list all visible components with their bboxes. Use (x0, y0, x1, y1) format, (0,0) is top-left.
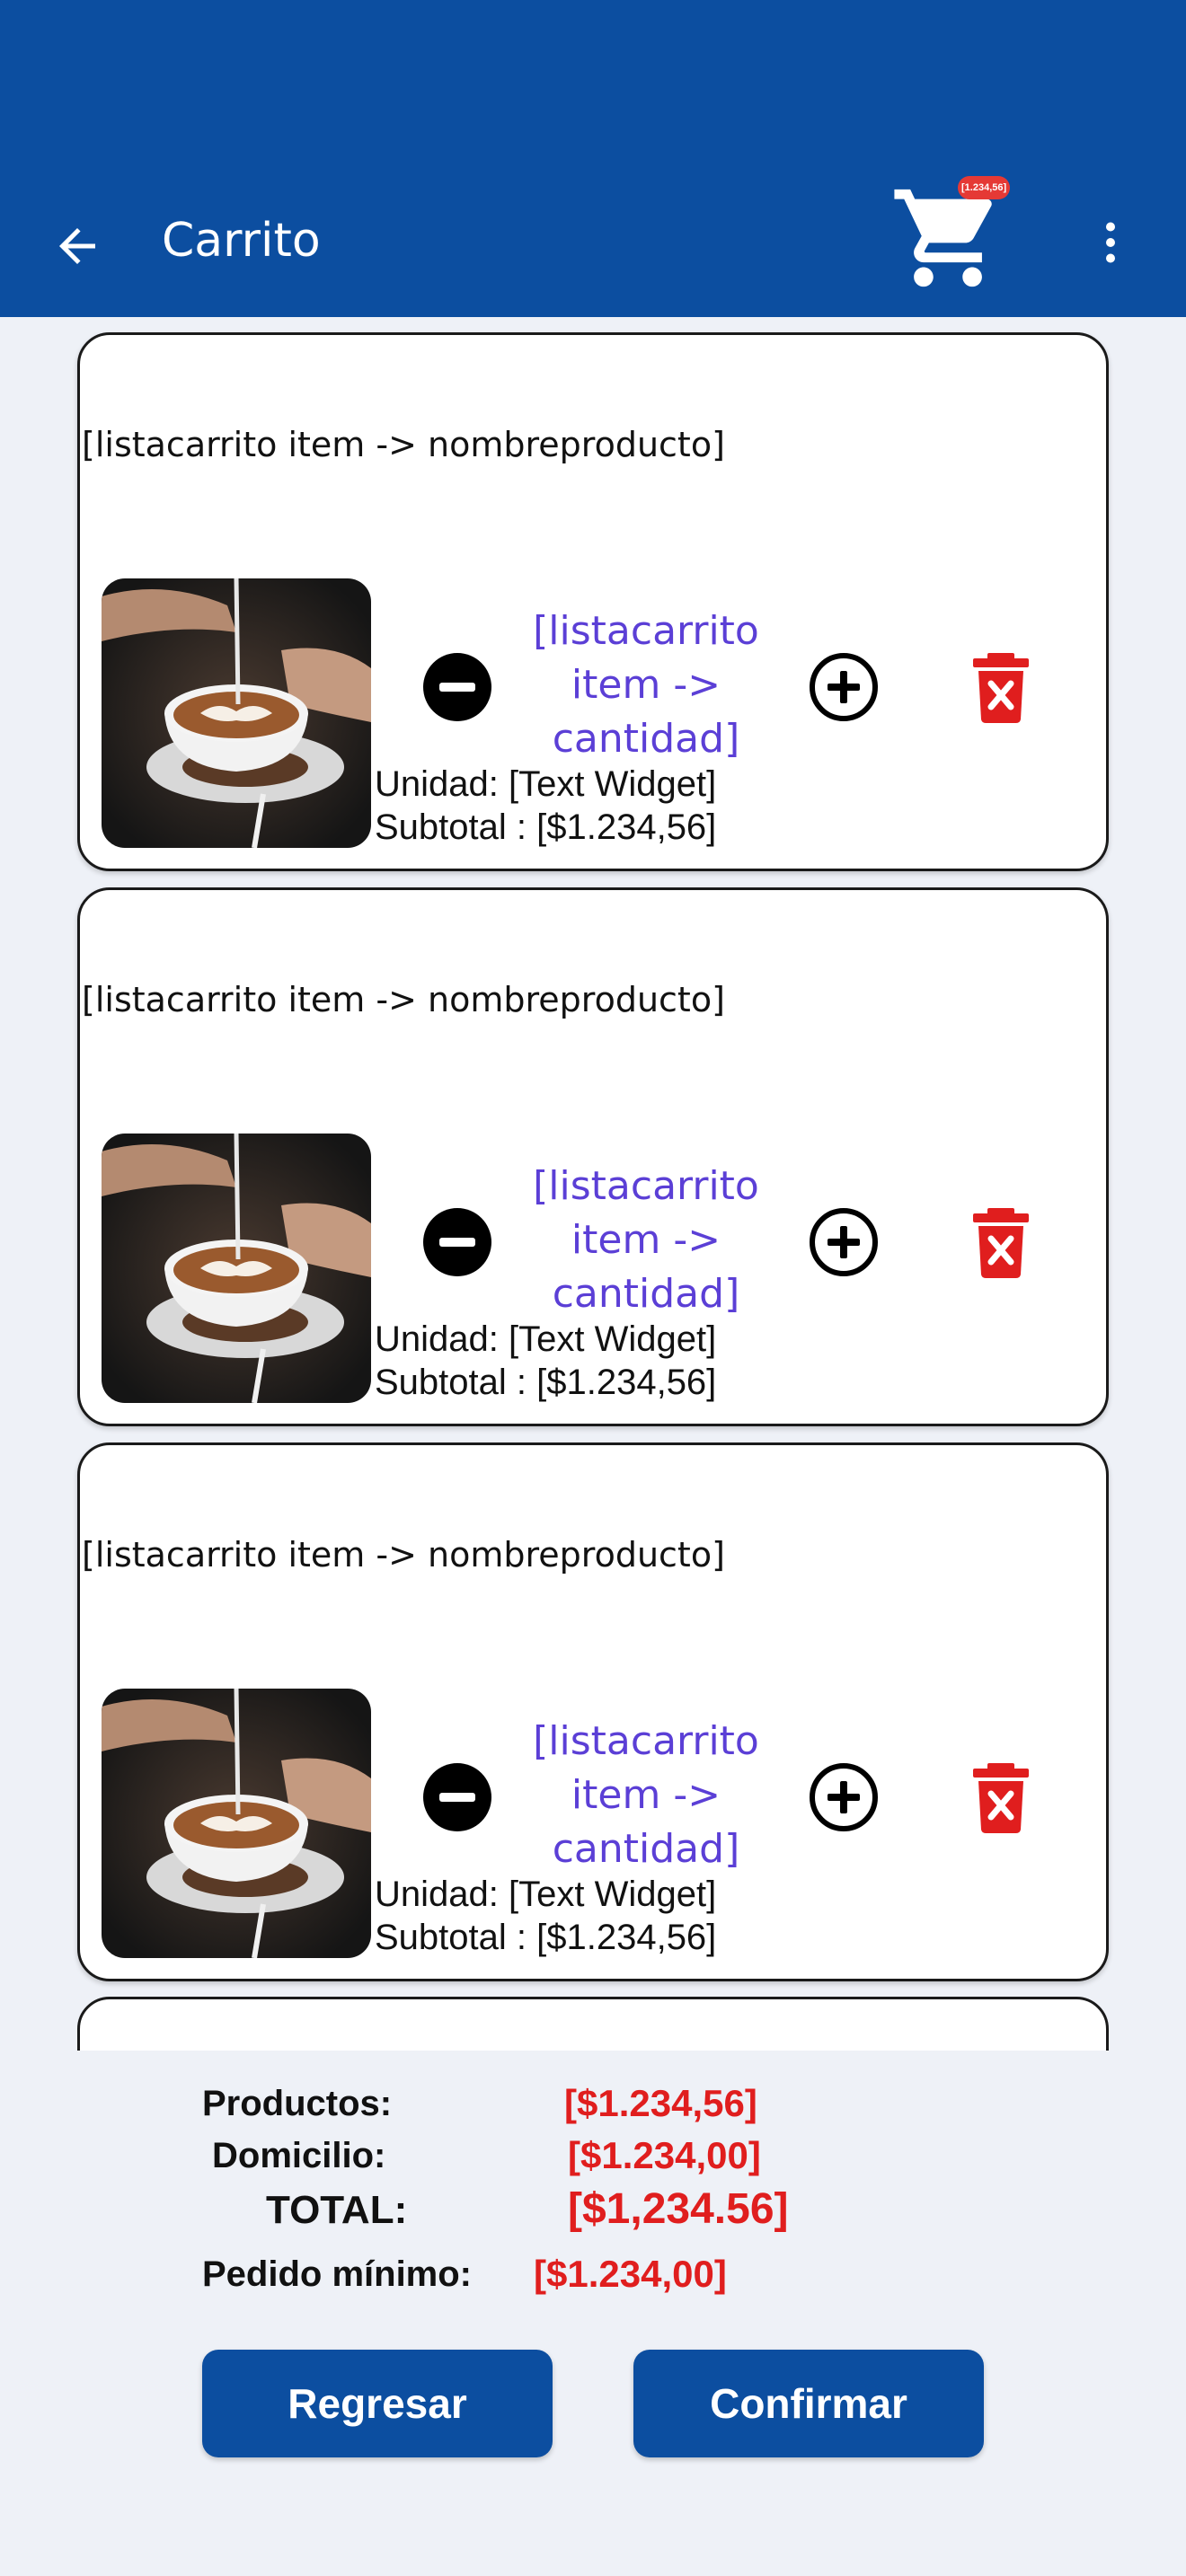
product-image (102, 1134, 371, 1403)
plus-circle-icon (810, 1763, 878, 1831)
minus-circle-icon (423, 653, 491, 721)
delete-icon (973, 1763, 1029, 1833)
product-image (102, 578, 371, 848)
quantity-value: [listacarrito item -> cantidad] (533, 608, 759, 762)
cart-item-card: [listacarrito item -> nombreproducto] [l… (77, 332, 1109, 871)
delete-item-button[interactable] (969, 1204, 1032, 1280)
page-title: Carrito (162, 214, 321, 268)
product-name: [listacarrito item -> nombreproducto] (82, 980, 725, 1019)
total-label: TOTAL: (266, 2188, 408, 2232)
item-subtotal: Subtotal : [$1.234,56] (375, 1918, 717, 1957)
minus-circle-icon (423, 1763, 491, 1831)
delete-item-button[interactable] (969, 649, 1032, 725)
cart-item-card (77, 1997, 1109, 2051)
plus-circle-icon (810, 653, 878, 721)
confirm-order-button[interactable]: Confirmar (633, 2350, 984, 2457)
decrease-quantity-button[interactable] (420, 1204, 495, 1280)
products-label: Productos: (202, 2084, 393, 2123)
product-image (102, 1689, 371, 1958)
cart-button[interactable]: [1.234,56] (890, 172, 1015, 298)
increase-quantity-button[interactable] (806, 1204, 881, 1280)
delivery-value: [$1.234,00] (568, 2134, 761, 2176)
cart-item-card: [listacarrito item -> nombreproducto] [l… (77, 887, 1109, 1426)
app-bar: Carrito [1.234,56] (0, 0, 1186, 317)
products-value: [$1.234,56] (564, 2082, 757, 2124)
plus-circle-icon (810, 1208, 878, 1276)
minimum-order-value: [$1.234,00] (534, 2253, 727, 2295)
delivery-label: Domicilio: (212, 2136, 386, 2175)
unit-price: Unidad: [Text Widget] (375, 764, 717, 804)
back-to-shop-button[interactable]: Regresar (202, 2350, 553, 2457)
product-name: [listacarrito item -> nombreproducto] (82, 425, 725, 464)
minimum-order-label: Pedido mínimo: (202, 2254, 472, 2294)
product-name: [listacarrito item -> nombreproducto] (82, 1535, 725, 1575)
item-subtotal: Subtotal : [$1.234,56] (375, 807, 717, 847)
delete-icon (973, 1208, 1029, 1278)
item-subtotal: Subtotal : [$1.234,56] (375, 1363, 717, 1402)
unit-price: Unidad: [Text Widget] (375, 1875, 717, 1914)
cart-badge: [1.234,56] (958, 176, 1011, 199)
increase-quantity-button[interactable] (806, 649, 881, 725)
delete-item-button[interactable] (969, 1760, 1032, 1835)
more-options-button[interactable] (1084, 207, 1137, 278)
arrow-left-icon (59, 228, 95, 264)
delete-icon (973, 653, 1029, 723)
more-vert-icon (1106, 222, 1115, 263)
total-value: [$1,234.56] (568, 2185, 789, 2233)
quantity-value: [listacarrito item -> cantidad] (533, 1718, 759, 1872)
quantity-value: [listacarrito item -> cantidad] (533, 1163, 759, 1317)
cart-item-card: [listacarrito item -> nombreproducto] [l… (77, 1442, 1109, 1981)
increase-quantity-button[interactable] (806, 1760, 881, 1835)
decrease-quantity-button[interactable] (420, 649, 495, 725)
decrease-quantity-button[interactable] (420, 1760, 495, 1835)
back-button[interactable] (41, 210, 113, 282)
unit-price: Unidad: [Text Widget] (375, 1319, 717, 1359)
order-summary (0, 2051, 1186, 2576)
minus-circle-icon (423, 1208, 491, 1276)
cart-list[interactable]: [listacarrito item -> nombreproducto] [l… (0, 317, 1186, 2051)
